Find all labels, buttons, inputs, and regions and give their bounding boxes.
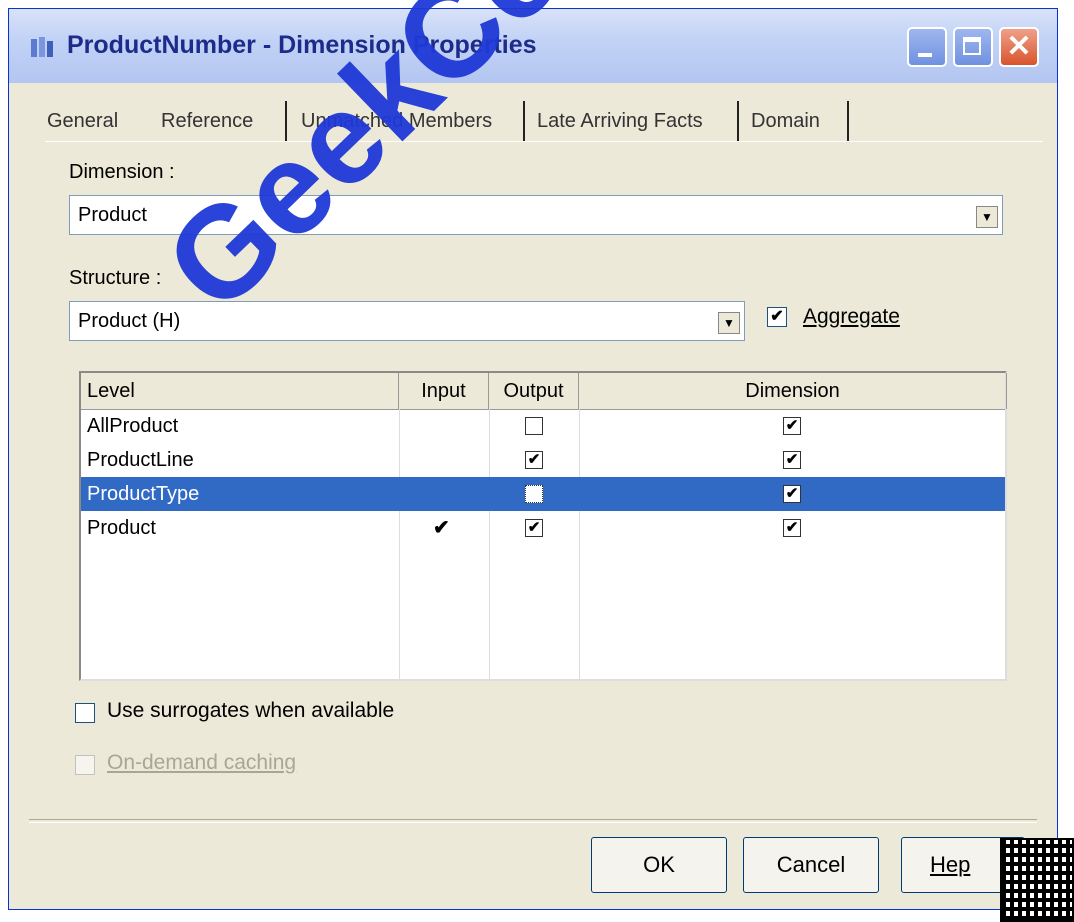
- output-checkbox[interactable]: ✔: [525, 451, 543, 469]
- ok-button[interactable]: OK: [591, 837, 727, 893]
- structure-value: Product (H): [78, 310, 181, 332]
- level-cell: ProductType: [87, 483, 200, 505]
- maximize-icon: [963, 37, 981, 55]
- column-header-level[interactable]: Level: [81, 373, 399, 409]
- aggregate-checkbox[interactable]: ✔: [767, 307, 787, 327]
- level-cell: Product: [87, 517, 156, 539]
- surrogates-checkbox[interactable]: [75, 703, 95, 723]
- structure-label: Structure :: [69, 267, 162, 289]
- tab-separator: [737, 101, 739, 141]
- caching-label: On-demand caching: [107, 751, 297, 774]
- tab-domain[interactable]: Domain: [751, 101, 820, 141]
- table-row[interactable]: ProductLine ✔ ✔: [81, 443, 1005, 477]
- tab-general[interactable]: General: [47, 101, 118, 141]
- dimension-checkbox[interactable]: ✔: [783, 485, 801, 503]
- check-icon: ✔: [785, 417, 799, 434]
- column-header-output[interactable]: Output: [489, 373, 579, 409]
- dimension-checkbox[interactable]: ✔: [783, 519, 801, 537]
- column-header-input[interactable]: Input: [399, 373, 489, 409]
- tab-separator: [285, 101, 287, 141]
- output-checkbox[interactable]: ✔: [525, 519, 543, 537]
- dropdown-arrow-icon[interactable]: ▼: [718, 312, 740, 334]
- check-icon: ✔: [527, 451, 541, 468]
- output-checkbox[interactable]: [525, 417, 543, 435]
- check-icon: ✔: [527, 519, 541, 536]
- qr-code: [1000, 838, 1074, 922]
- input-check-icon[interactable]: ✔: [433, 511, 450, 545]
- table-row[interactable]: Product ✔ ✔ ✔: [81, 511, 1005, 545]
- dimension-checkbox[interactable]: ✔: [783, 417, 801, 435]
- tab-unmatched-members[interactable]: Unmatched Members: [301, 101, 492, 141]
- dimension-checkbox[interactable]: ✔: [783, 451, 801, 469]
- level-grid[interactable]: Level Input Output Dimension AllProduct …: [79, 371, 1007, 681]
- cancel-button[interactable]: Cancel: [743, 837, 879, 893]
- tab-separator: [847, 101, 849, 141]
- surrogates-label: Use surrogates when available: [107, 699, 395, 722]
- tab-reference[interactable]: Reference: [161, 101, 253, 141]
- dimension-app-icon: [31, 37, 53, 57]
- grid-header: Level Input Output Dimension: [81, 373, 1007, 410]
- column-header-dimension[interactable]: Dimension: [579, 373, 1007, 409]
- minimize-button[interactable]: [907, 27, 947, 67]
- tab-late-arriving-facts[interactable]: Late Arriving Facts: [537, 101, 703, 141]
- output-checkbox[interactable]: [525, 485, 543, 503]
- close-button[interactable]: ✕: [999, 27, 1039, 67]
- level-cell: AllProduct: [87, 415, 179, 437]
- table-row[interactable]: AllProduct ✔: [81, 409, 1005, 443]
- check-icon: ✔: [785, 485, 799, 502]
- close-icon: ✕: [1006, 30, 1032, 63]
- dimension-dropdown[interactable]: Product ▼: [69, 195, 1003, 235]
- dimension-label: Dimension :: [69, 161, 175, 183]
- tab-separator: [523, 101, 525, 141]
- dropdown-arrow-icon[interactable]: ▼: [976, 206, 998, 228]
- caching-checkbox: [75, 755, 95, 775]
- check-icon: ✔: [785, 519, 799, 536]
- structure-dropdown[interactable]: Product (H) ▼: [69, 301, 745, 341]
- title-bar[interactable]: ProductNumber - Dimension Properties ✕: [9, 9, 1057, 83]
- button-separator: [29, 819, 1037, 823]
- maximize-button[interactable]: [953, 27, 993, 67]
- table-row-selected[interactable]: ProductType ✔: [81, 477, 1005, 511]
- aggregate-label: Aggregate: [803, 305, 900, 328]
- window-title: ProductNumber - Dimension Properties: [67, 31, 537, 59]
- dimension-value: Product: [78, 204, 147, 226]
- dialog-window: ProductNumber - Dimension Properties ✕ G…: [8, 8, 1058, 910]
- check-icon: ✔: [785, 451, 799, 468]
- check-icon: ✔: [770, 308, 784, 325]
- level-cell: ProductLine: [87, 449, 194, 471]
- minimize-icon: [918, 53, 932, 57]
